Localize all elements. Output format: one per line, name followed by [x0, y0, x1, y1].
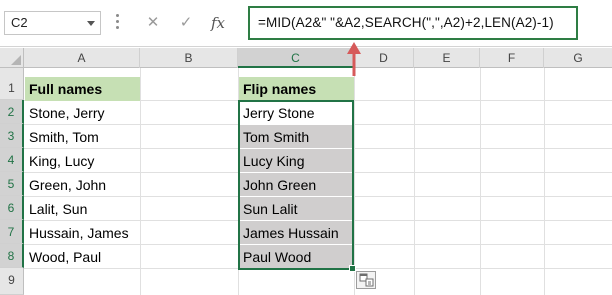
cell-a3[interactable]: Smith, Tom	[25, 125, 140, 149]
fill-handle[interactable]	[349, 265, 356, 272]
row-header-spacer	[0, 68, 24, 76]
cancel-button[interactable]: ✕	[140, 12, 166, 34]
name-box-value: C2	[11, 15, 28, 30]
gridline	[140, 68, 141, 295]
arrow-up-icon	[347, 42, 361, 76]
column-header-e[interactable]: E	[414, 48, 480, 68]
column-header-g[interactable]: G	[544, 48, 612, 68]
column-header-a[interactable]: A	[24, 48, 140, 68]
row-header-4[interactable]: 4	[0, 148, 24, 172]
row-header-1[interactable]: 1	[0, 76, 24, 100]
row-header-9[interactable]: 9	[0, 268, 24, 295]
formula-bar-grip-icon[interactable]	[116, 14, 120, 30]
column-header-f[interactable]: F	[480, 48, 544, 68]
row-header-6[interactable]: 6	[0, 196, 24, 220]
cell-a8[interactable]: Wood, Paul	[25, 245, 140, 269]
cell-a2[interactable]: Stone, Jerry	[25, 101, 140, 125]
gridline	[544, 68, 545, 295]
cell-a5[interactable]: Green, John	[25, 173, 140, 197]
column-header-row: A B C D E F G	[0, 48, 612, 68]
row-header-3[interactable]: 3	[0, 124, 24, 148]
select-all-button[interactable]	[0, 48, 24, 68]
row-header-7[interactable]: 7	[0, 220, 24, 244]
column-header-b[interactable]: B	[140, 48, 238, 68]
cell-a4[interactable]: King, Lucy	[25, 149, 140, 173]
formula-text: =MID(A2&" "&A2,SEARCH(",",A2)+2,LEN(A2)-…	[258, 15, 554, 30]
paste-options-icon[interactable]	[356, 271, 376, 289]
chevron-down-icon[interactable]	[87, 21, 95, 26]
row-header-2[interactable]: 2	[0, 100, 24, 124]
gridline	[480, 68, 481, 295]
cell-a1[interactable]: Full names	[25, 77, 140, 101]
name-box[interactable]: C2	[4, 11, 101, 35]
column-header-c[interactable]: C	[238, 48, 354, 68]
insert-function-button[interactable]: fx	[205, 12, 231, 34]
gridline	[354, 68, 355, 295]
cell-c1[interactable]: Flip names	[239, 77, 354, 101]
cell-a7[interactable]: Hussain, James	[25, 221, 140, 245]
formula-bar: C2 ✕ ✓ fx =MID(A2&" "&A2,SEARCH(",",A2)+…	[0, 0, 612, 46]
formula-bar-divider	[0, 46, 612, 47]
cell-a6[interactable]: Lalit, Sun	[25, 197, 140, 221]
formula-input[interactable]: =MID(A2&" "&A2,SEARCH(",",A2)+2,LEN(A2)-…	[248, 6, 578, 40]
selection-range	[238, 100, 354, 270]
row-header-8[interactable]: 8	[0, 244, 24, 268]
row-header-5[interactable]: 5	[0, 172, 24, 196]
select-all-icon	[11, 55, 21, 65]
gridline	[414, 68, 415, 295]
enter-button[interactable]: ✓	[173, 12, 199, 34]
